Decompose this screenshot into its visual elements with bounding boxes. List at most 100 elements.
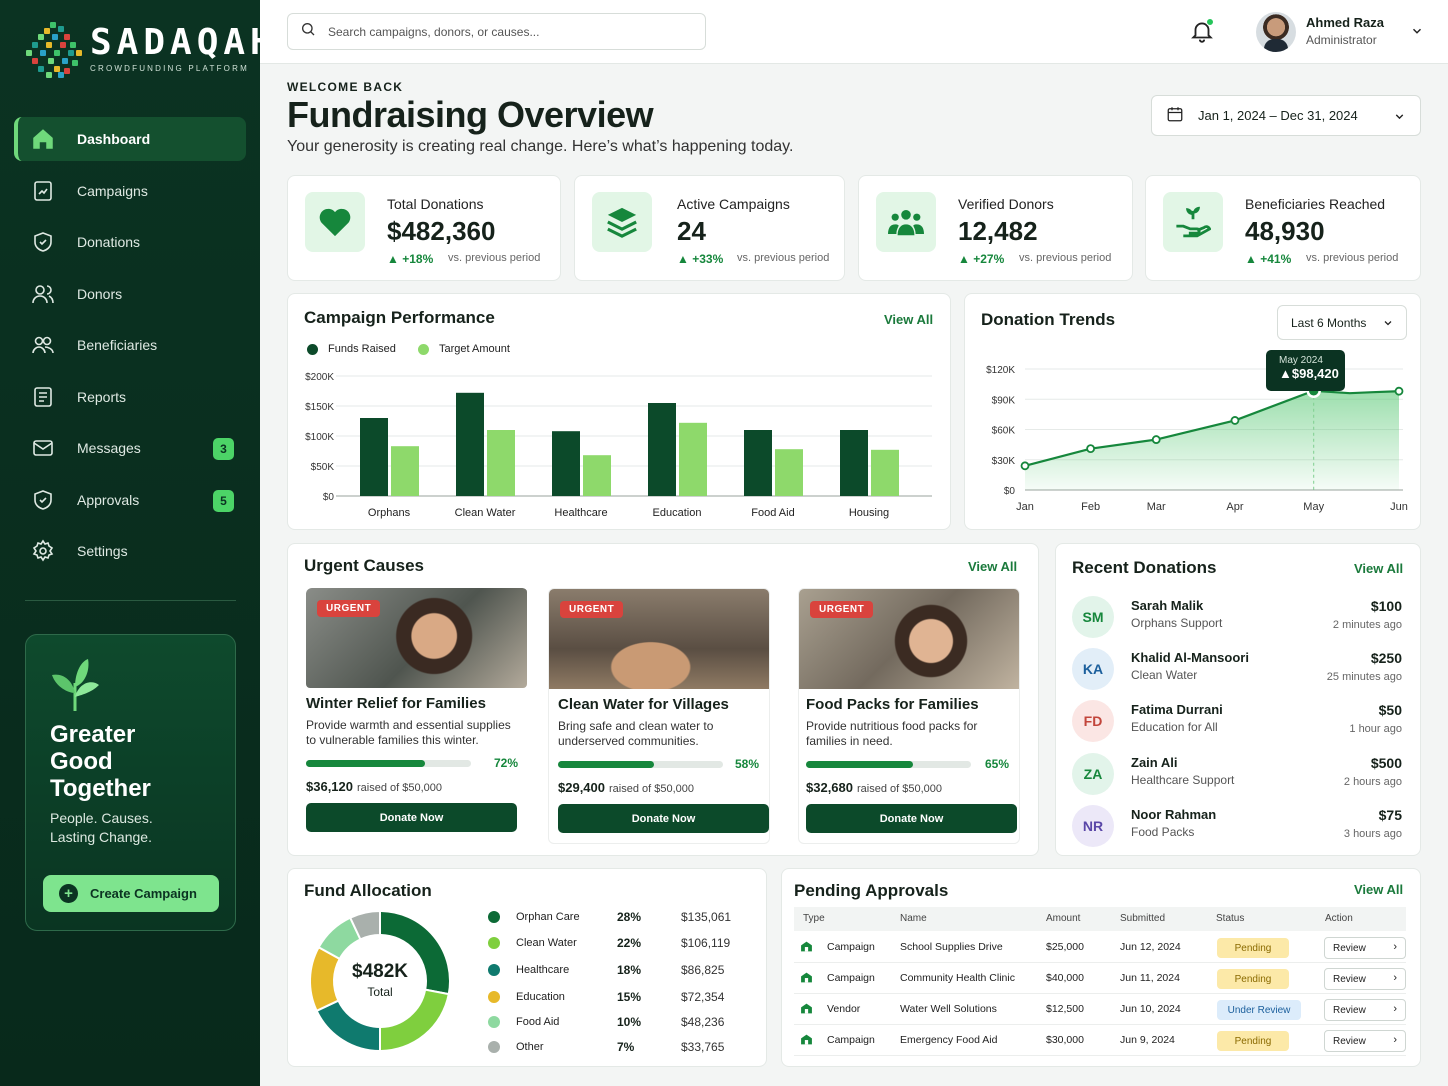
data-point[interactable] — [1151, 435, 1161, 444]
recent-donations-view-all-link[interactable]: View All — [1354, 561, 1403, 576]
donation-trends-filter-select[interactable]: Last 6 Months — [1277, 305, 1407, 340]
donation-list-item[interactable]: SM Sarah Malik Orphans Support $100 2 mi… — [1072, 594, 1402, 644]
data-point[interactable] — [1230, 416, 1240, 425]
donation-time: 2 hours ago — [1343, 776, 1402, 788]
data-point[interactable] — [1020, 461, 1030, 471]
promo-card: Greater Good Together People. Causes. La… — [25, 634, 236, 931]
review-button-label: Review — [1333, 973, 1366, 985]
donut-slice[interactable] — [315, 999, 381, 1053]
allocation-row: Education 15% $72,354 — [488, 987, 738, 1007]
user-menu-chevron-down-icon[interactable] — [1410, 24, 1424, 43]
chevron-down-icon — [1393, 110, 1406, 126]
sidebar-item-label: Settings — [77, 543, 128, 559]
bar-funds-raised[interactable] — [552, 431, 580, 496]
review-button[interactable]: Review › — [1324, 937, 1406, 959]
sidebar-item-dashboard[interactable]: Dashboard — [14, 117, 246, 161]
sidebar-item-label: Reports — [77, 388, 127, 405]
bar-target-amount[interactable] — [391, 446, 419, 496]
app-logo[interactable]: SADAQAH CROWDFUNDING PLATFORM — [24, 20, 277, 78]
donation-list-item[interactable]: NR Noor Rahman Food Packs $75 3 hours ag… — [1072, 803, 1402, 853]
logo-tile — [46, 42, 52, 48]
sidebar-item-donors[interactable]: Donors — [14, 272, 246, 316]
notifications-button[interactable] — [1189, 18, 1215, 49]
stat-label: Beneficiaries Reached — [1245, 196, 1386, 212]
approval-amount: $12,500 — [1046, 1003, 1084, 1015]
x-tick-label: Feb — [1081, 501, 1100, 513]
bar-target-amount[interactable] — [487, 430, 515, 496]
sidebar-item-label: Approvals — [77, 491, 140, 508]
sidebar-item-beneficiaries[interactable]: Beneficiaries — [14, 323, 246, 367]
donation-list-item[interactable]: FD Fatima Durrani Education for All $50 … — [1072, 698, 1402, 748]
donation-time: 3 hours ago — [1343, 828, 1402, 840]
donate-now-button[interactable]: Donate Now — [558, 804, 769, 833]
bar-funds-raised[interactable] — [744, 430, 772, 496]
sidebar-item-donations[interactable]: Donations — [14, 220, 246, 264]
bar-funds-raised[interactable] — [456, 392, 484, 496]
bar-target-amount[interactable] — [679, 422, 707, 496]
stat-change-value: +33% — [692, 252, 724, 266]
mail-icon — [30, 435, 56, 461]
sidebar-item-reports[interactable]: Reports — [14, 375, 246, 419]
cause-card-food-packs[interactable]: URGENT Food Packs for Families Provide n… — [798, 588, 1020, 844]
fund-allocation-card: Fund Allocation $482K Total Orphan Care … — [287, 868, 767, 1067]
donate-now-button[interactable]: Donate Now — [806, 804, 1017, 833]
data-point[interactable] — [1086, 444, 1096, 454]
sidebar-item-settings[interactable]: Settings — [14, 529, 246, 573]
allocation-row: Food Aid 10% $48,236 — [488, 1012, 738, 1032]
bar-funds-raised[interactable] — [840, 430, 868, 496]
cause-title: Food Packs for Families — [806, 696, 979, 713]
review-button[interactable]: Review › — [1324, 999, 1406, 1021]
donor-name: Khalid Al-Mansoori — [1131, 650, 1249, 665]
logo-tile — [52, 34, 58, 40]
x-tick-label: Mar — [1147, 501, 1166, 513]
column-header-amount: Amount — [1046, 913, 1081, 924]
review-button[interactable]: Review › — [1324, 968, 1406, 990]
pending-approvals-view-all-link[interactable]: View All — [1354, 882, 1403, 897]
donation-list-item[interactable]: ZA Zain Ali Healthcare Support $500 2 ho… — [1072, 751, 1402, 801]
cause-progress-fill — [306, 760, 425, 767]
tooltip-label: May 2024 — [1279, 355, 1323, 366]
campaign-icon — [30, 178, 56, 204]
y-tick-label: $150K — [305, 402, 334, 413]
stat-card-beneficiaries-reached[interactable]: Beneficiaries Reached 48,930 ▲ +41% vs. … — [1145, 175, 1421, 281]
x-tick-label: May — [1303, 501, 1324, 513]
bar-target-amount[interactable] — [871, 449, 899, 496]
search-input[interactable] — [328, 24, 688, 39]
bar-target-amount[interactable] — [775, 449, 803, 496]
cause-card-winter-relief[interactable]: URGENT Winter Relief for Families Provid… — [306, 588, 528, 844]
stat-card-verified-donors[interactable]: Verified Donors 12,482 ▲ +27% vs. previo… — [858, 175, 1133, 281]
chevron-right-icon: › — [1393, 941, 1397, 953]
gear-icon — [30, 538, 56, 564]
urgent-causes-view-all-link[interactable]: View All — [968, 559, 1017, 574]
stat-card-active-campaigns[interactable]: Active Campaigns 24 ▲ +33% vs. previous … — [574, 175, 845, 281]
create-campaign-label: Create Campaign — [90, 886, 197, 901]
trend-tooltip: May 2024 ▲$98,420 — [1266, 350, 1345, 391]
y-tick-label: $0 — [1004, 486, 1016, 497]
stat-value: $482,360 — [387, 216, 496, 246]
donut-center-label: Total — [367, 985, 393, 999]
bar-target-amount[interactable] — [583, 455, 611, 496]
stat-card-total-donations[interactable]: Total Donations $482,360 ▲ +18% vs. prev… — [287, 175, 561, 281]
date-range-picker[interactable]: Jan 1, 2024 – Dec 31, 2024 — [1151, 95, 1421, 136]
campaign-icon — [800, 971, 813, 987]
user-avatar[interactable] — [1256, 12, 1296, 52]
bar-funds-raised[interactable] — [648, 403, 676, 496]
create-campaign-button[interactable]: + Create Campaign — [43, 875, 219, 912]
sidebar-item-campaigns[interactable]: Campaigns — [14, 169, 246, 213]
bar-funds-raised[interactable] — [360, 418, 388, 496]
donate-now-button[interactable]: Donate Now — [306, 803, 517, 832]
donor-avatar: KA — [1072, 648, 1114, 690]
cause-card-clean-water[interactable]: URGENT Clean Water for Villages Bring sa… — [548, 588, 770, 844]
sidebar-item-messages[interactable]: Messages 3 — [14, 426, 246, 470]
data-point[interactable] — [1394, 386, 1404, 396]
allocation-percent: 28% — [617, 910, 642, 924]
campaign-performance-view-all-link[interactable]: View All — [884, 312, 933, 327]
y-tick-label: $0 — [323, 492, 335, 503]
logo-tile — [44, 28, 50, 34]
logo-tile — [32, 42, 38, 48]
donation-list-item[interactable]: KA Khalid Al-Mansoori Clean Water $250 2… — [1072, 646, 1402, 696]
sidebar-item-approvals[interactable]: Approvals 5 — [14, 478, 246, 522]
approval-type: Campaign — [827, 1034, 875, 1046]
search-box[interactable] — [287, 13, 706, 50]
review-button[interactable]: Review › — [1324, 1030, 1406, 1052]
